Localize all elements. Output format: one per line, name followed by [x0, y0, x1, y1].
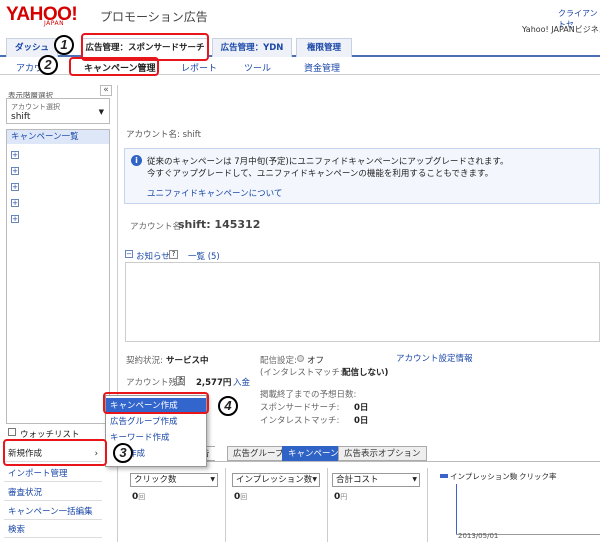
- interest-label: (インタレストマッチ:: [260, 368, 343, 378]
- metric-select[interactable]: インプレッション数 ▼: [232, 473, 320, 487]
- account-settings-link[interactable]: アカウント設定情報: [396, 352, 473, 364]
- account-id-label: アカウント名:: [130, 222, 184, 232]
- balance-help-icon[interactable]: ?: [176, 376, 185, 385]
- sidebar-item-bulk-edit[interactable]: キャンペーン一括編集: [4, 504, 102, 520]
- yahoo-logo: YAHOO!: [6, 4, 78, 25]
- interest2-label: インタレストマッチ:: [260, 416, 340, 426]
- chevron-down-icon: ▼: [210, 476, 215, 483]
- tab-ydn[interactable]: 広告管理：YDN: [212, 38, 292, 57]
- collapse-button[interactable]: «: [100, 85, 112, 96]
- interest2-value: 0日: [354, 416, 369, 426]
- metric-impressions: インプレッション数 ▼ 0回: [228, 468, 328, 542]
- notice-line-2: 今すぐアップグレードして、ユニファイドキャンペーンの機能を利用することもできます…: [147, 169, 494, 179]
- delivery-value: オフ: [307, 356, 325, 366]
- sponsor-label: スポンサードサーチ:: [260, 403, 340, 413]
- watchlist-checkbox[interactable]: [8, 428, 16, 436]
- news-list-link[interactable]: 一覧 (5): [188, 250, 220, 262]
- delivery-label: 配信設定:: [260, 356, 297, 366]
- notice-link[interactable]: ユニファイドキャンペーンについて: [147, 187, 282, 199]
- tab-dashboard[interactable]: ダッシュボ: [6, 38, 58, 72]
- deposit-link[interactable]: 入金: [233, 376, 250, 388]
- sidebar-item-search[interactable]: 検索: [4, 522, 102, 538]
- legend-swatch: [440, 474, 448, 478]
- campaign-list-header[interactable]: キャンペーン一覧: [7, 130, 109, 144]
- metric-value: 0回: [132, 492, 146, 502]
- legend-impressions: インプレッション数: [450, 472, 518, 481]
- tab-permissions[interactable]: 権限管理: [296, 38, 352, 57]
- chart-axis: [456, 484, 457, 534]
- annotation-circle-2: 2: [38, 55, 58, 75]
- news-panel: [125, 262, 600, 342]
- sidebar-item-import[interactable]: インポート管理: [4, 466, 102, 482]
- highlight-box: [69, 57, 159, 76]
- interest-value: 配信しない): [342, 368, 389, 378]
- account-name: アカウント名: shift: [126, 130, 201, 140]
- sidebar-item-review[interactable]: 審査状況: [4, 485, 102, 501]
- news-link[interactable]: お知らせ: [136, 250, 170, 262]
- collapse-icon[interactable]: −: [125, 250, 133, 258]
- account-select-value: shift: [11, 112, 31, 122]
- user-name: Yahoo! JAPANビジネスI: [522, 25, 600, 34]
- sponsor-value: 0日: [354, 403, 369, 413]
- legend-ctr: クリック率: [519, 472, 557, 481]
- info-icon: i: [131, 155, 142, 166]
- metric-select[interactable]: クリック数 ▼: [130, 473, 218, 487]
- chevron-down-icon: ▼: [412, 476, 417, 483]
- expand-icon[interactable]: +: [11, 199, 19, 207]
- tab-ad-extensions[interactable]: 広告表示オプション: [338, 446, 427, 461]
- tab-adgroup[interactable]: 広告グループ: [227, 446, 290, 461]
- menu-item-create-adgroup[interactable]: 広告グループ作成: [106, 414, 206, 430]
- account-id: shift: 145312: [178, 218, 261, 231]
- chart-x-tick: 2013/05/01: [458, 532, 499, 540]
- subnav-payment[interactable]: 資金管理: [304, 61, 340, 74]
- highlight-box: [103, 392, 209, 414]
- annotation-circle-4: 4: [218, 396, 238, 416]
- expand-icon[interactable]: +: [11, 151, 19, 159]
- end-label: 掲載終了までの予想日数:: [260, 390, 357, 400]
- chevron-down-icon: ▼: [312, 476, 317, 483]
- chevron-down-icon: ▼: [98, 108, 104, 116]
- metric-value: 0円: [334, 492, 348, 502]
- expand-icon[interactable]: +: [11, 167, 19, 175]
- yahoo-logo-sub: JAPAN: [44, 20, 65, 27]
- tab-campaign[interactable]: キャンペーン: [282, 446, 345, 461]
- expand-icon[interactable]: +: [11, 183, 19, 191]
- contract-label: 契約状況:: [126, 356, 163, 366]
- annotation-circle-3: 3: [113, 443, 133, 463]
- notice-line-1: 従来のキャンペーンは 7月中旬(予定)にユニファイドキャンペーンにアップグレード…: [147, 157, 509, 167]
- subnav-report[interactable]: レポート: [181, 61, 217, 74]
- news-help-icon[interactable]: ?: [169, 250, 178, 259]
- brand-title: プロモーション広告: [100, 10, 208, 24]
- balance-value: 2,577円: [196, 378, 232, 388]
- metric-clicks: クリック数 ▼ 0回: [126, 468, 226, 542]
- highlight-box: [3, 439, 107, 466]
- metric-select[interactable]: 合計コスト ▼: [332, 473, 420, 487]
- legend-swatch: [512, 474, 517, 478]
- annotation-circle-1: 1: [54, 35, 74, 55]
- subnav-tools[interactable]: ツール: [244, 61, 271, 74]
- account-select[interactable]: アカウント選択 shift ▼: [6, 98, 110, 124]
- contract-value: サービス中: [166, 356, 209, 366]
- expand-icon[interactable]: +: [11, 215, 19, 223]
- upgrade-notice: i 従来のキャンペーンは 7月中旬(予定)にユニファイドキャンペーンにアップグレ…: [124, 148, 600, 204]
- account-select-label: アカウント選択: [11, 103, 60, 111]
- metric-value: 0回: [234, 492, 248, 502]
- campaign-tree: キャンペーン一覧: [6, 129, 110, 424]
- metric-cost: 合計コスト ▼ 0円: [328, 468, 428, 542]
- radio-icon[interactable]: [297, 355, 304, 362]
